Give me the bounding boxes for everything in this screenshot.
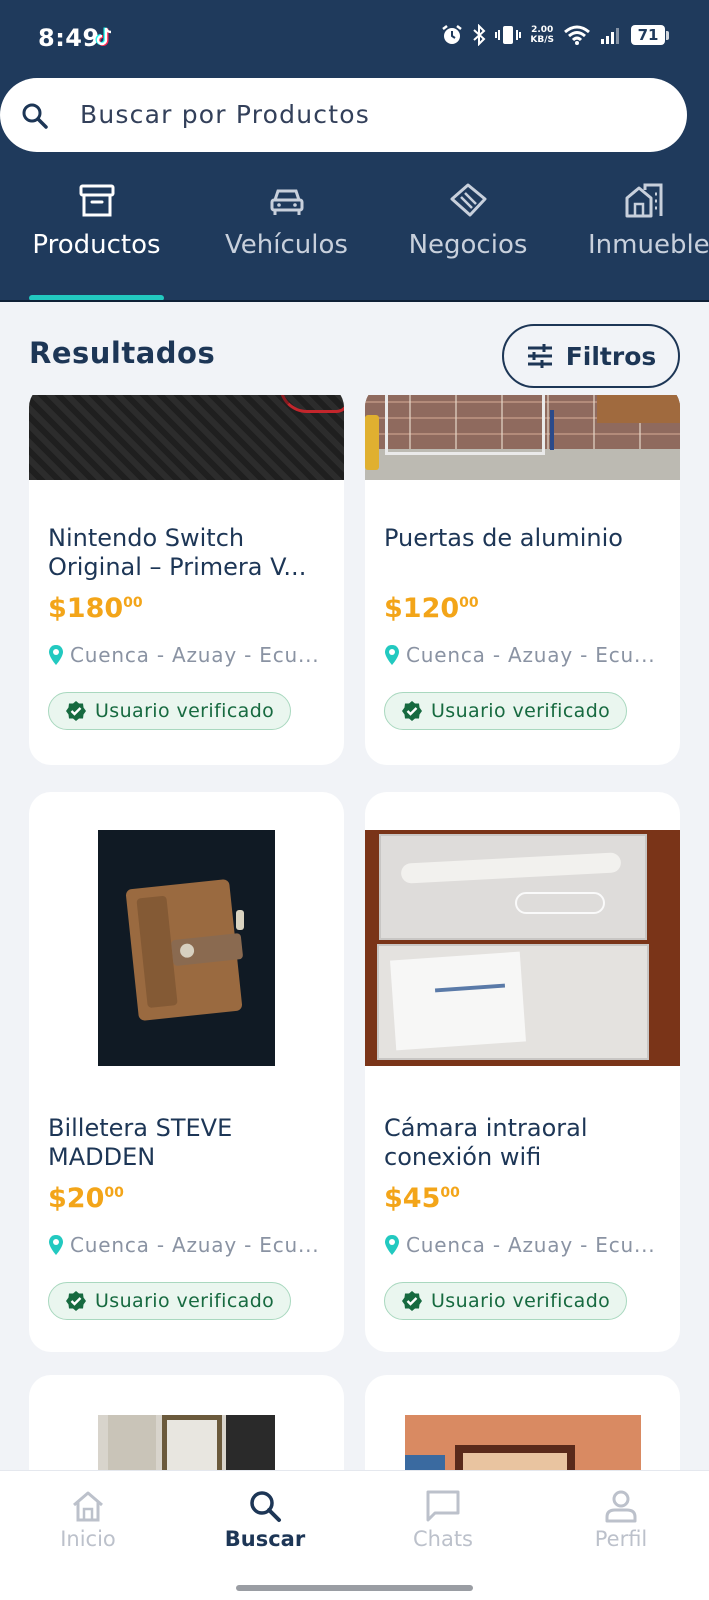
product-location: Cuenca - Azuay - Ecu... [384,643,655,667]
product-location: Cuenca - Azuay - Ecu... [384,1233,655,1257]
search-bar[interactable]: Buscar por Productos [0,78,687,152]
sliders-icon [527,344,552,368]
tiktok-icon [95,27,112,46]
bluetooth-icon [473,24,486,46]
building-icon [625,183,663,218]
verified-badge: Usuario verificado [384,1282,628,1320]
results-heading: Resultados [29,336,216,370]
alarm-icon [442,25,463,44]
status-time: 8:49 [38,24,100,52]
tab-vehiculos[interactable]: Vehículos [219,182,354,260]
location-pin-icon [385,1235,399,1255]
product-image [365,1415,680,1470]
verified-check-icon [66,1291,86,1311]
search-icon [250,1491,281,1522]
location-pin-icon [49,645,63,665]
product-price: $2000 [48,1183,124,1214]
product-image [365,395,680,480]
product-title: Puertas de aluminio [384,524,623,552]
location-pin-icon [385,645,399,665]
product-card[interactable]: Puertas de aluminio $12000 Cuenca - Azua… [365,395,680,765]
bottom-navigation: Inicio Buscar Chats Perfil [0,1470,709,1600]
product-price: $12000 [384,593,479,624]
search-input[interactable]: Buscar por Productos [80,100,370,129]
status-bar: 8:49 2.00 KB/S 71 [0,0,709,78]
nav-buscar[interactable]: Buscar [205,1489,325,1551]
verified-badge: Usuario verificado [48,1282,292,1320]
product-card[interactable]: Nintendo Switch Original – Primera V... … [29,395,344,765]
nav-inicio[interactable]: Inicio [28,1489,148,1551]
product-image [29,830,344,1066]
product-price: $4500 [384,1183,460,1214]
nav-perfil[interactable]: Perfil [561,1489,681,1551]
product-location: Cuenca - Azuay - Ecu... [48,643,319,667]
home-icon [73,1491,103,1522]
tab-inmuebles[interactable]: Inmuebles [588,182,709,260]
archive-box-icon [79,184,114,217]
product-image [29,1415,344,1470]
product-price: $18000 [48,593,143,624]
product-grid: Nintendo Switch Original – Primera V... … [0,395,709,1470]
net-speed: 2.00 KB/S [530,25,554,45]
home-indicator[interactable] [236,1585,473,1591]
app-header: 8:49 2.00 KB/S 71 Buscar por Productos P… [0,0,709,302]
status-icons: 2.00 KB/S 71 [441,24,669,46]
tab-negocios[interactable]: Negocios [398,182,538,260]
verified-check-icon [66,701,86,721]
tab-productos[interactable]: Productos [29,182,164,260]
verified-check-icon [402,701,422,721]
filters-button[interactable]: Filtros [502,324,680,388]
battery-level: 71 [631,25,665,45]
user-icon [605,1490,637,1523]
battery-indicator: 71 [631,25,669,45]
handshake-icon [450,183,487,217]
product-card[interactable]: Billetera STEVE MADDEN $2000 Cuenca - Az… [29,792,344,1352]
product-image [365,830,680,1066]
verified-check-icon [402,1291,422,1311]
product-card[interactable]: Cámara intraoral conexión wifi $4500 Cue… [365,792,680,1352]
product-card[interactable] [29,1375,344,1470]
product-title: Billetera STEVE MADDEN [48,1114,233,1171]
nav-chats[interactable]: Chats [383,1489,503,1551]
product-card[interactable] [365,1375,680,1470]
wifi-icon [564,25,590,45]
verified-badge: Usuario verificado [48,692,292,730]
search-icon [22,103,48,129]
product-image [29,395,344,480]
category-tabs: Productos Vehículos Negocios Inmuebles [0,182,709,302]
product-location: Cuenca - Azuay - Ecu... [48,1233,319,1257]
verified-badge: Usuario verificado [384,692,628,730]
car-icon [270,189,303,215]
product-title: Nintendo Switch Original – Primera V... [48,524,307,581]
product-title: Cámara intraoral conexión wifi [384,1114,588,1171]
location-pin-icon [49,1235,63,1255]
chat-icon [426,1490,460,1522]
vibrate-icon [495,26,522,44]
signal-icon [601,28,619,44]
